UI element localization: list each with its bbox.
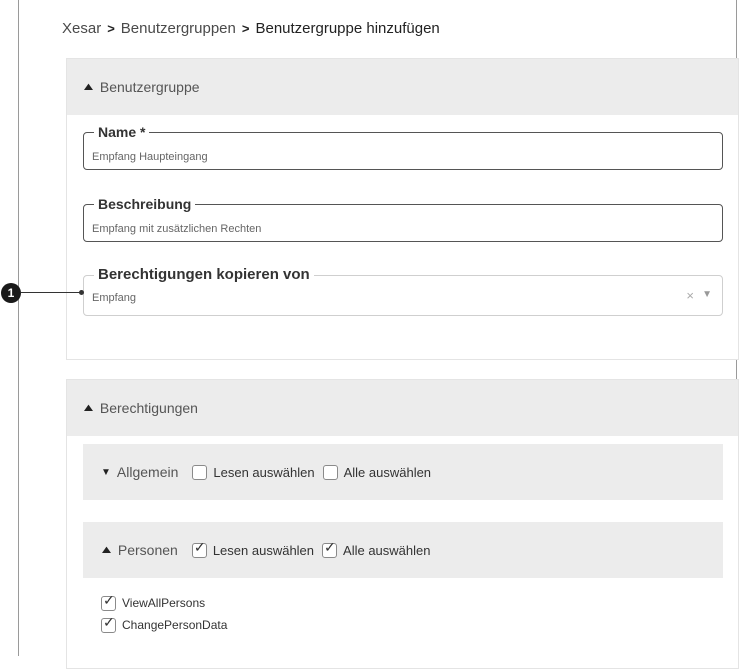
- name-field-label: Name *: [94, 124, 150, 140]
- select-read-label: Lesen auswählen: [213, 464, 315, 480]
- permission-list: ViewAllPersons ChangePersonData: [83, 578, 723, 636]
- select-all-checkbox[interactable]: Alle auswählen: [322, 539, 431, 558]
- breadcrumb: Xesar > Benutzergruppen > Benutzergruppe…: [62, 20, 440, 37]
- callout-marker: 1: [1, 283, 21, 303]
- copy-permissions-label: Berechtigungen kopieren von: [94, 266, 314, 283]
- permission-group-allgemein: ▼ Allgemein Lesen auswählen Alle auswähl…: [83, 444, 723, 500]
- checkbox-checked[interactable]: [191, 539, 207, 558]
- checkbox[interactable]: [322, 464, 338, 480]
- chevron-down-icon[interactable]: ▼: [101, 467, 111, 478]
- usergroup-panel-header[interactable]: ▲ Benutzergruppe: [67, 59, 738, 115]
- clear-icon[interactable]: ×: [686, 288, 694, 303]
- chevron-up-icon: ▲: [80, 402, 97, 414]
- permission-item[interactable]: ChangePersonData: [83, 614, 723, 636]
- permission-group-title[interactable]: Personen: [118, 542, 178, 558]
- name-field-value: Empfang Haupteingang: [92, 151, 208, 163]
- description-field-label: Beschreibung: [94, 196, 196, 212]
- breadcrumb-current: Benutzergruppe hinzufügen: [255, 20, 440, 37]
- select-read-checkbox[interactable]: Lesen auswählen: [192, 464, 315, 480]
- breadcrumb-separator-icon: >: [107, 21, 115, 36]
- select-read-label: Lesen auswählen: [212, 542, 315, 558]
- chevron-down-icon[interactable]: ▼: [702, 289, 712, 300]
- breadcrumb-separator-icon: >: [241, 21, 250, 36]
- copy-permissions-select[interactable]: Berechtigungen kopieren von Empfang × ▼: [83, 266, 723, 316]
- select-read-checkbox[interactable]: Lesen auswählen: [191, 539, 315, 558]
- select-all-checkbox[interactable]: Alle auswählen: [322, 464, 432, 480]
- chevron-up-icon: ▲: [80, 81, 97, 93]
- permissions-panel-title: Berechtigungen: [99, 400, 198, 416]
- chevron-up-icon[interactable]: ▲: [99, 544, 114, 556]
- usergroup-panel-title: Benutzergruppe: [99, 79, 200, 95]
- select-all-label: Alle auswählen: [343, 542, 431, 558]
- permission-group-personen: ▲ Personen Lesen auswählen Alle auswähle…: [83, 522, 723, 578]
- checkbox-checked[interactable]: [322, 539, 338, 558]
- checkbox[interactable]: [192, 464, 208, 480]
- usergroup-panel: ▲ Benutzergruppe Name * Empfang Hauptein…: [66, 58, 739, 360]
- permission-label: ViewAllPersons: [122, 596, 206, 610]
- name-field[interactable]: Name * Empfang Haupteingang: [83, 124, 723, 170]
- permission-group-title[interactable]: Allgemein: [117, 464, 178, 480]
- permissions-panel-header[interactable]: ▲ Berechtigungen: [67, 380, 738, 436]
- description-field[interactable]: Beschreibung Empfang mit zusätzlichen Re…: [83, 196, 723, 242]
- callout-dot: [79, 290, 84, 295]
- copy-permissions-value: Empfang: [92, 292, 137, 304]
- permissions-panel: ▲ Berechtigungen ▼ Allgemein Lesen auswä…: [66, 379, 739, 669]
- checkbox-checked[interactable]: [101, 592, 116, 611]
- description-field-value: Empfang mit zusätzlichen Rechten: [92, 223, 262, 235]
- callout-line: [21, 292, 81, 293]
- permission-item[interactable]: ViewAllPersons: [83, 592, 723, 614]
- permission-label: ChangePersonData: [122, 618, 228, 632]
- breadcrumb-item-usergroups[interactable]: Benutzergruppen: [121, 20, 236, 37]
- select-all-label: Alle auswählen: [343, 464, 432, 480]
- breadcrumb-item-xesar[interactable]: Xesar: [62, 20, 101, 37]
- checkbox-checked[interactable]: [101, 614, 116, 633]
